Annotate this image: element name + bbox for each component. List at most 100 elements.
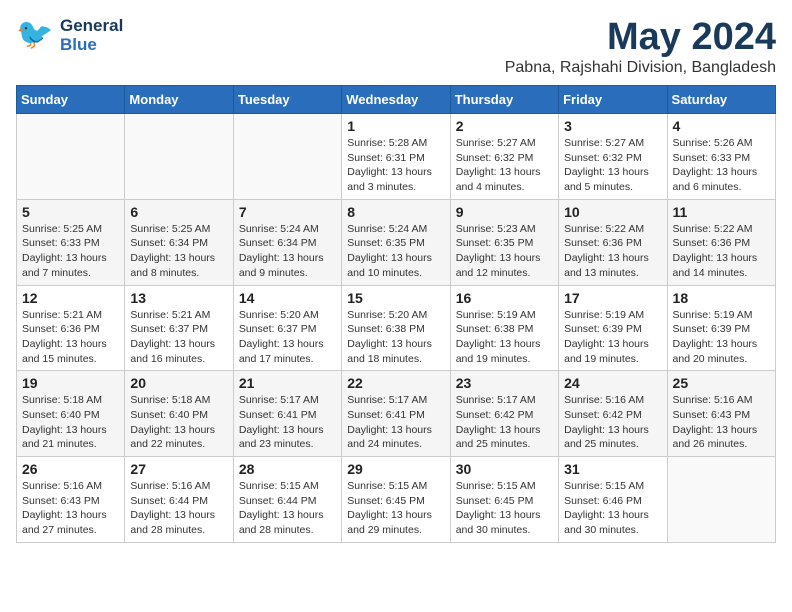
calendar-cell: 11Sunrise: 5:22 AM Sunset: 6:36 PM Dayli… <box>667 199 775 285</box>
day-number: 17 <box>564 290 661 306</box>
day-number: 31 <box>564 461 661 477</box>
header-tuesday: Tuesday <box>233 86 341 114</box>
day-info: Sunrise: 5:17 AM Sunset: 6:41 PM Dayligh… <box>239 393 336 452</box>
calendar-cell: 10Sunrise: 5:22 AM Sunset: 6:36 PM Dayli… <box>559 199 667 285</box>
calendar-cell <box>125 114 233 200</box>
calendar-cell: 3Sunrise: 5:27 AM Sunset: 6:32 PM Daylig… <box>559 114 667 200</box>
calendar-cell: 9 Sunrise: 5:23 AM Sunset: 6:35 PM Daylig… <box>450 199 558 285</box>
calendar-table: SundayMondayTuesdayWednesdayThursdayFrid… <box>16 85 776 543</box>
day-info: Sunrise: 5:26 AM Sunset: 6:33 PM Dayligh… <box>673 136 770 195</box>
day-info: Sunrise: 5:22 AM Sunset: 6:36 PM Dayligh… <box>673 222 770 281</box>
header-wednesday: Wednesday <box>342 86 450 114</box>
day-info: Sunrise: 5:15 AM Sunset: 6:45 PM Dayligh… <box>347 479 444 538</box>
day-info: Sunrise: 5:16 AM Sunset: 6:44 PM Dayligh… <box>130 479 227 538</box>
calendar-cell: 1Sunrise: 5:28 AM Sunset: 6:31 PM Daylig… <box>342 114 450 200</box>
day-info: Sunrise: 5:17 AM Sunset: 6:42 PM Dayligh… <box>456 393 553 452</box>
day-number: 13 <box>130 290 227 306</box>
page-header: 🐦 General Blue May 2024 Pabna, Rajshahi … <box>16 16 776 77</box>
day-number: 24 <box>564 375 661 391</box>
logo: 🐦 General Blue <box>16 16 123 56</box>
calendar-cell: 13 Sunrise: 5:21 AM Sunset: 6:37 PM Dayli… <box>125 285 233 371</box>
header-thursday: Thursday <box>450 86 558 114</box>
calendar-subtitle: Pabna, Rajshahi Division, Bangladesh <box>505 59 776 77</box>
day-info: Sunrise: 5:16 AM Sunset: 6:43 PM Dayligh… <box>22 479 119 538</box>
calendar-cell: 2 Sunrise: 5:27 AM Sunset: 6:32 PM Daylig… <box>450 114 558 200</box>
day-info: Sunrise: 5:15 AM Sunset: 6:44 PM Dayligh… <box>239 479 336 538</box>
day-info: Sunrise: 5:19 AM Sunset: 6:38 PM Dayligh… <box>456 308 553 367</box>
calendar-cell: 24 Sunrise: 5:16 AM Sunset: 6:42 PM Dayli… <box>559 371 667 457</box>
logo-icon: 🐦 <box>16 16 56 56</box>
calendar-cell <box>17 114 125 200</box>
day-number: 8 <box>347 204 444 220</box>
day-info: Sunrise: 5:27 AM Sunset: 6:32 PM Dayligh… <box>564 136 661 195</box>
calendar-cell: 26 Sunrise: 5:16 AM Sunset: 6:43 PM Dayli… <box>17 457 125 543</box>
day-number: 22 <box>347 375 444 391</box>
calendar-header: SundayMondayTuesdayWednesdayThursdayFrid… <box>17 86 776 114</box>
day-info: Sunrise: 5:19 AM Sunset: 6:39 PM Dayligh… <box>564 308 661 367</box>
day-number: 21 <box>239 375 336 391</box>
day-number: 16 <box>456 290 553 306</box>
logo-general-text: General <box>60 17 123 36</box>
day-info: Sunrise: 5:19 AM Sunset: 6:39 PM Dayligh… <box>673 308 770 367</box>
day-info: Sunrise: 5:25 AM Sunset: 6:34 PM Dayligh… <box>130 222 227 281</box>
calendar-cell <box>233 114 341 200</box>
calendar-cell: 15 Sunrise: 5:20 AM Sunset: 6:38 PM Dayli… <box>342 285 450 371</box>
day-info: Sunrise: 5:16 AM Sunset: 6:42 PM Dayligh… <box>564 393 661 452</box>
day-info: Sunrise: 5:17 AM Sunset: 6:41 PM Dayligh… <box>347 393 444 452</box>
calendar-cell: 4 Sunrise: 5:26 AM Sunset: 6:33 PM Daylig… <box>667 114 775 200</box>
day-number: 6 <box>130 204 227 220</box>
day-info: Sunrise: 5:21 AM Sunset: 6:37 PM Dayligh… <box>130 308 227 367</box>
day-number: 20 <box>130 375 227 391</box>
day-number: 19 <box>22 375 119 391</box>
day-number: 26 <box>22 461 119 477</box>
calendar-cell: 19 Sunrise: 5:18 AM Sunset: 6:40 PM Dayli… <box>17 371 125 457</box>
logo-name: General Blue <box>60 17 123 54</box>
day-info: Sunrise: 5:23 AM Sunset: 6:35 PM Dayligh… <box>456 222 553 281</box>
calendar-cell: 27 Sunrise: 5:16 AM Sunset: 6:44 PM Dayli… <box>125 457 233 543</box>
day-number: 23 <box>456 375 553 391</box>
header-monday: Monday <box>125 86 233 114</box>
day-info: Sunrise: 5:25 AM Sunset: 6:33 PM Dayligh… <box>22 222 119 281</box>
calendar-cell: 20 Sunrise: 5:18 AM Sunset: 6:40 PM Dayli… <box>125 371 233 457</box>
day-info: Sunrise: 5:27 AM Sunset: 6:32 PM Dayligh… <box>456 136 553 195</box>
day-number: 2 <box>456 118 553 134</box>
calendar-cell: 21 Sunrise: 5:17 AM Sunset: 6:41 PM Dayli… <box>233 371 341 457</box>
calendar-cell: 14 Sunrise: 5:20 AM Sunset: 6:37 PM Dayli… <box>233 285 341 371</box>
day-info: Sunrise: 5:15 AM Sunset: 6:45 PM Dayligh… <box>456 479 553 538</box>
calendar-cell: 18Sunrise: 5:19 AM Sunset: 6:39 PM Dayli… <box>667 285 775 371</box>
day-number: 1 <box>347 118 444 134</box>
header-saturday: Saturday <box>667 86 775 114</box>
day-number: 4 <box>673 118 770 134</box>
calendar-title: May 2024 <box>505 16 776 59</box>
calendar-cell: 28 Sunrise: 5:15 AM Sunset: 6:44 PM Dayli… <box>233 457 341 543</box>
day-number: 28 <box>239 461 336 477</box>
day-number: 7 <box>239 204 336 220</box>
calendar-cell <box>667 457 775 543</box>
day-info: Sunrise: 5:20 AM Sunset: 6:38 PM Dayligh… <box>347 308 444 367</box>
day-number: 25 <box>673 375 770 391</box>
title-area: May 2024 Pabna, Rajshahi Division, Bangl… <box>505 16 776 77</box>
day-info: Sunrise: 5:16 AM Sunset: 6:43 PM Dayligh… <box>673 393 770 452</box>
calendar-cell: 25 Sunrise: 5:16 AM Sunset: 6:43 PM Dayli… <box>667 371 775 457</box>
calendar-cell: 8 Sunrise: 5:24 AM Sunset: 6:35 PM Daylig… <box>342 199 450 285</box>
day-number: 30 <box>456 461 553 477</box>
day-info: Sunrise: 5:18 AM Sunset: 6:40 PM Dayligh… <box>130 393 227 452</box>
week-row-1: 1Sunrise: 5:28 AM Sunset: 6:31 PM Daylig… <box>17 114 776 200</box>
day-info: Sunrise: 5:24 AM Sunset: 6:34 PM Dayligh… <box>239 222 336 281</box>
day-number: 27 <box>130 461 227 477</box>
day-number: 9 <box>456 204 553 220</box>
calendar-cell: 16 Sunrise: 5:19 AM Sunset: 6:38 PM Dayli… <box>450 285 558 371</box>
calendar-cell: 23 Sunrise: 5:17 AM Sunset: 6:42 PM Dayli… <box>450 371 558 457</box>
day-number: 15 <box>347 290 444 306</box>
days-header-row: SundayMondayTuesdayWednesdayThursdayFrid… <box>17 86 776 114</box>
day-number: 10 <box>564 204 661 220</box>
day-info: Sunrise: 5:18 AM Sunset: 6:40 PM Dayligh… <box>22 393 119 452</box>
day-info: Sunrise: 5:24 AM Sunset: 6:35 PM Dayligh… <box>347 222 444 281</box>
calendar-cell: 22 Sunrise: 5:17 AM Sunset: 6:41 PM Dayli… <box>342 371 450 457</box>
calendar-body: 1Sunrise: 5:28 AM Sunset: 6:31 PM Daylig… <box>17 114 776 543</box>
calendar-cell: 17 Sunrise: 5:19 AM Sunset: 6:39 PM Dayli… <box>559 285 667 371</box>
week-row-5: 26 Sunrise: 5:16 AM Sunset: 6:43 PM Dayli… <box>17 457 776 543</box>
day-number: 14 <box>239 290 336 306</box>
header-friday: Friday <box>559 86 667 114</box>
day-info: Sunrise: 5:20 AM Sunset: 6:37 PM Dayligh… <box>239 308 336 367</box>
